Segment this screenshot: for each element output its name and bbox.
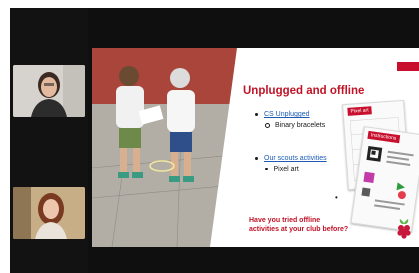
bullet-text[interactable]: Our scouts activities [264,155,327,162]
participant-2-silhouette [13,187,85,239]
slide-cursor-dot: • [335,193,338,202]
raspberry-pi-logo-icon [397,219,411,239]
participant-video-1[interactable] [13,65,85,117]
photo-scene [92,48,257,247]
bullet-text: Pixel art [273,166,299,173]
slide-question: Have you tried offline activities at you… [249,216,348,234]
subbullet-pixel-art: Pixel art [265,166,299,173]
shared-screen: Unplugged and offline CS Unplugged Binar… [92,48,419,247]
participant-1-silhouette [13,65,85,117]
question-line-2: activities at your club before? [249,226,349,233]
sub-bullet-ring [265,122,270,128]
bullet-cs-unplugged[interactable]: CS Unplugged [255,111,310,118]
worksheet-title: Pixel art [347,106,372,116]
slide-photo-children [92,48,257,247]
instructions-graphic [361,145,414,210]
bullet-dot [255,156,258,160]
bullet-text: Binary bracelets [275,122,326,129]
participant-video-2[interactable] [13,187,85,239]
bullet-our-scouts-activities[interactable]: Our scouts activities [255,155,327,162]
bullet-dot [255,112,258,116]
presentation-slide: Unplugged and offline CS Unplugged Binar… [237,48,419,247]
question-line-1: Have you tried offline [249,217,321,224]
video-meeting-window: Unplugged and offline CS Unplugged Binar… [10,8,419,273]
bullet-text[interactable]: CS Unplugged [264,111,310,118]
participant-strip [10,8,88,273]
sub-bullet-dot [265,167,268,171]
slide-accent-bar [397,62,419,71]
subbullet-binary-bracelets: Binary bracelets [265,122,325,129]
